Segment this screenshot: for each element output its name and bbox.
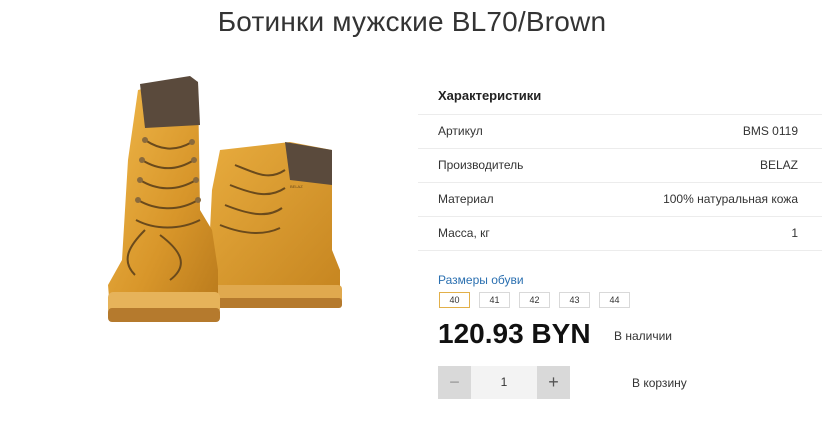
spec-row-article: Артикул BMS 0119 bbox=[418, 115, 822, 149]
spec-label: Артикул bbox=[438, 124, 483, 138]
spec-label: Материал bbox=[438, 192, 494, 206]
spec-label: Производитель bbox=[438, 158, 524, 172]
sizes-label: Размеры обуви bbox=[438, 273, 524, 287]
price: 120.93 BYN bbox=[438, 318, 591, 349]
quantity-stepper: − 1 + bbox=[438, 366, 570, 399]
spec-row-weight: Масса, кг 1 bbox=[418, 217, 822, 251]
spec-row-material: Материал 100% натуральная кожа bbox=[418, 183, 822, 217]
right-boot: BELAZ bbox=[198, 142, 342, 308]
spec-row-manufacturer: Производитель BELAZ bbox=[418, 149, 822, 183]
quantity-increase-button[interactable]: + bbox=[537, 366, 570, 399]
boots-product-image: BELAZ bbox=[108, 76, 342, 322]
specs-title: Характеристики bbox=[418, 78, 822, 115]
spec-value: 100% натуральная кожа bbox=[663, 192, 798, 206]
spec-value: 1 bbox=[791, 226, 798, 240]
quantity-value[interactable]: 1 bbox=[471, 366, 537, 399]
quantity-decrease-button[interactable]: − bbox=[438, 366, 471, 399]
specs-panel: Характеристики Артикул BMS 0119 Производ… bbox=[418, 78, 822, 251]
spec-value: BMS 0119 bbox=[742, 124, 798, 138]
size-option-44[interactable]: 44 bbox=[599, 292, 630, 308]
spec-label: Масса, кг bbox=[438, 226, 490, 240]
size-option-42[interactable]: 42 bbox=[519, 292, 550, 308]
size-option-41[interactable]: 41 bbox=[479, 292, 510, 308]
size-option-43[interactable]: 43 bbox=[559, 292, 590, 308]
left-boot bbox=[108, 76, 220, 322]
spec-value: BELAZ bbox=[759, 158, 798, 172]
page-title: Ботинки мужские BL70/Brown bbox=[217, 6, 607, 37]
add-to-cart-button[interactable]: В корзину bbox=[632, 376, 687, 390]
size-option-40[interactable]: 40 bbox=[439, 292, 470, 308]
stock-status: В наличии bbox=[614, 329, 673, 343]
boot-brand-text: BELAZ bbox=[290, 184, 303, 189]
size-selector: 40 41 42 43 44 bbox=[439, 292, 630, 308]
